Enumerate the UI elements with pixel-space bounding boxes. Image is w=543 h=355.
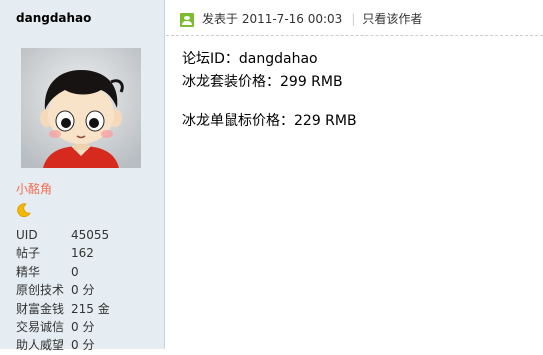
stat-value[interactable]: 0 xyxy=(71,263,79,281)
stat-trade-credit: 交易诚信 0 分 xyxy=(16,318,110,336)
view-author-only-link[interactable]: 只看该作者 xyxy=(362,12,422,26)
author-sidebar: dangdahao 小酩角 UID 45055 帖子 162 精华 0 原创技术… xyxy=(0,0,165,352)
post-content: 论坛ID：dangdahao 冰龙套装价格：299 RMB 冰龙单鼠标价格：22… xyxy=(182,48,357,133)
post-line: 冰龙单鼠标价格：229 RMB xyxy=(182,113,357,129)
stat-label: 交易诚信 xyxy=(16,319,65,334)
avatar-image xyxy=(21,48,141,168)
stat-value[interactable]: 162 xyxy=(71,244,94,262)
header-separator: | xyxy=(351,12,356,26)
stat-value: 0 分 xyxy=(71,338,95,353)
author-stats: UID 45055 帖子 162 精华 0 原创技术 0 分 财富金钱 215 金 交易诚… xyxy=(16,226,110,355)
post-line-gap xyxy=(182,94,357,110)
stat-value: 0 分 xyxy=(71,319,95,334)
online-user-icon xyxy=(180,12,194,27)
stat-digest: 精华 0 xyxy=(16,263,110,281)
avatar[interactable] xyxy=(21,48,141,168)
stat-original-tech: 原创技术 0 分 xyxy=(16,281,110,299)
stat-label: 助人威望 xyxy=(16,338,65,353)
author-username[interactable]: dangdahao xyxy=(16,11,91,25)
post-header: 发表于 2011-7-16 00:03 | 只看该作者 xyxy=(180,9,422,29)
stat-label: 财富金钱 xyxy=(16,301,65,316)
stat-value[interactable]: 45055 xyxy=(71,226,109,244)
stat-value: 215 金 xyxy=(71,301,110,316)
stat-wealth: 财富金钱 215 金 xyxy=(16,300,110,318)
stat-posts: 帖子 162 xyxy=(16,244,110,262)
author-rank[interactable]: 小酩角 xyxy=(16,180,52,197)
post-date: 发表于 2011-7-16 00:03 xyxy=(202,12,343,26)
stat-label: UID xyxy=(16,228,38,242)
moon-icon xyxy=(16,202,32,218)
post-line: 论坛ID：dangdahao xyxy=(182,51,318,67)
header-divider xyxy=(166,35,543,36)
stat-value: 0 分 xyxy=(71,283,95,298)
stat-uid: UID 45055 xyxy=(16,226,110,244)
stat-prestige: 助人威望 0 分 xyxy=(16,336,110,354)
stat-label: 帖子 xyxy=(16,246,41,261)
stat-label: 精华 xyxy=(16,264,41,279)
stat-label: 原创技术 xyxy=(16,283,65,298)
post-line: 冰龙套装价格：299 RMB xyxy=(182,74,343,90)
